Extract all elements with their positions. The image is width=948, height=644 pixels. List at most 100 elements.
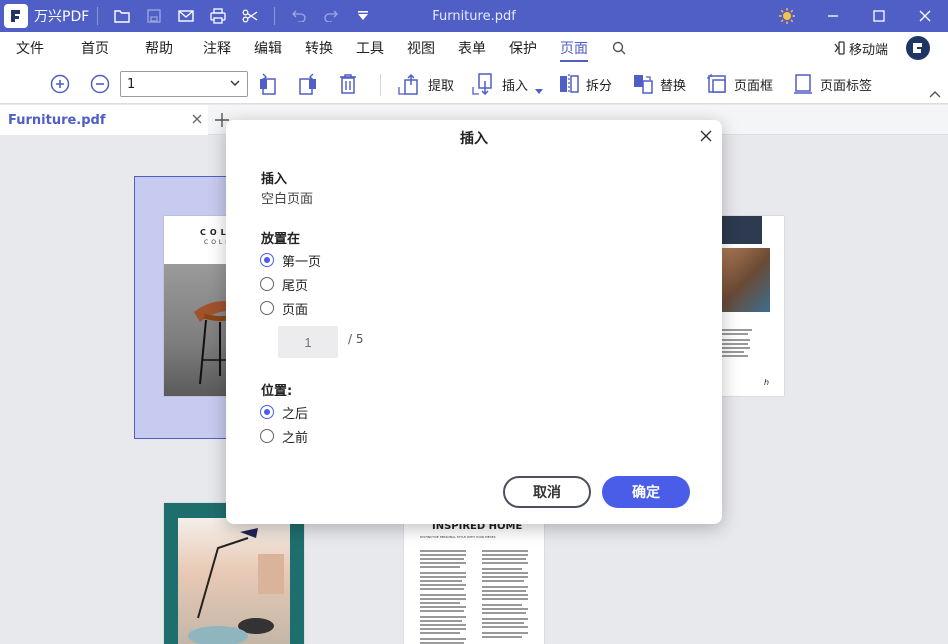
radio-last-page[interactable] [260, 277, 274, 291]
undo-icon[interactable] [283, 0, 315, 32]
menu-edit[interactable]: 编辑 [254, 32, 282, 64]
rotate-left-icon[interactable] [257, 64, 279, 104]
position-option-label: 之后 [282, 406, 309, 422]
minimize-icon[interactable] [810, 0, 856, 32]
place-option-label: 尾页 [282, 278, 309, 294]
insert-button[interactable]: 插入 [472, 64, 544, 104]
avatar[interactable] [906, 36, 930, 60]
delete-page-icon[interactable] [338, 64, 358, 104]
radio-first-page[interactable] [260, 253, 274, 267]
scissors-icon[interactable] [234, 0, 266, 32]
page-toolbar: 1 提取 插入 拆分 替换 页面框 页面标签 [0, 64, 948, 104]
extract-label: 提取 [428, 78, 455, 94]
place-at-label: 放置在 [261, 232, 301, 247]
theme-sun-icon[interactable] [764, 0, 810, 32]
insert-type-value: 空白页面 [261, 192, 314, 207]
page-select[interactable]: 1 [120, 71, 248, 97]
page-box-button[interactable]: 页面框 [706, 64, 773, 104]
page-thumbnail-3[interactable] [164, 503, 304, 644]
insert-label: 插入 [502, 78, 529, 94]
collapse-toolbar-icon[interactable] [928, 88, 942, 100]
lamp-photo [178, 518, 290, 644]
insert-icon [472, 73, 492, 95]
menu-file[interactable]: 文件 [16, 32, 44, 64]
place-option-label: 第一页 [282, 254, 322, 270]
zoom-out-icon[interactable] [90, 64, 110, 104]
app-logo-icon [4, 4, 28, 28]
replace-icon [634, 75, 653, 94]
radio-before[interactable] [260, 429, 274, 443]
page-label-icon [794, 74, 812, 94]
menu-bar: 文件 首页 帮助 注释 编辑 转换 工具 视图 表单 保护 页面 移动端 [0, 32, 948, 64]
close-tab-icon[interactable] [190, 112, 204, 126]
page-select-value: 1 [127, 76, 136, 92]
page-label-button[interactable]: 页面标签 [792, 64, 872, 104]
menu-comment[interactable]: 注释 [203, 32, 231, 64]
caret-down-icon [535, 89, 544, 94]
divider [97, 7, 99, 25]
chevron-mobile-icon [834, 41, 845, 55]
page2-text-lines [722, 328, 772, 368]
search-icon[interactable] [612, 32, 626, 64]
extract-button[interactable]: 提取 [398, 64, 454, 104]
maximize-icon[interactable] [856, 0, 902, 32]
folder-icon[interactable] [106, 0, 138, 32]
app-name: 万兴PDF [34, 9, 90, 25]
tab-furniture[interactable]: Furniture.pdf [0, 105, 208, 135]
print-icon[interactable] [202, 0, 234, 32]
chevron-down-icon [230, 80, 240, 86]
title-bar: 万兴PDF Furniture.pdf [0, 0, 948, 32]
save-icon[interactable] [138, 0, 170, 32]
radio-after[interactable] [260, 405, 274, 419]
page-box-icon [707, 74, 726, 93]
page4-subtitle: DISTINCTIVE PERSONAL STYLE WITH YOUR PIE… [420, 535, 496, 539]
menu-convert[interactable]: 转换 [305, 32, 333, 64]
page2-caption: h [764, 378, 770, 387]
zoom-in-icon[interactable] [50, 64, 70, 104]
page-thumbnail-4[interactable]: INSPIRED HOME DISTINCTIVE PERSONAL STYLE… [404, 503, 544, 644]
page-box-label: 页面框 [734, 78, 774, 94]
close-dialog-icon[interactable] [698, 128, 714, 144]
page-total: / 5 [348, 332, 364, 346]
page4-text-columns [420, 549, 532, 644]
close-icon[interactable] [902, 0, 948, 32]
tab-label: Furniture.pdf [8, 112, 106, 128]
menu-forms[interactable]: 表单 [458, 32, 486, 64]
extract-icon [398, 73, 418, 95]
radio-page[interactable] [260, 301, 274, 315]
place-page-option[interactable]: 页面 [260, 298, 308, 318]
menu-protect[interactable]: 保护 [509, 32, 537, 64]
page2-photo [722, 248, 770, 312]
split-button[interactable]: 拆分 [558, 64, 612, 104]
place-last-page-option[interactable]: 尾页 [260, 274, 308, 294]
menu-view[interactable]: 视图 [407, 32, 435, 64]
replace-label: 替换 [660, 78, 687, 94]
menu-help[interactable]: 帮助 [145, 32, 173, 64]
menu-home[interactable]: 首页 [81, 32, 109, 64]
position-option-label: 之前 [282, 430, 309, 446]
place-first-page-option[interactable]: 第一页 [260, 250, 321, 270]
position-before-option[interactable]: 之前 [260, 426, 308, 446]
menu-tools[interactable]: 工具 [356, 32, 384, 64]
page-number-input[interactable] [278, 326, 338, 358]
place-option-label: 页面 [282, 302, 309, 318]
insert-type-label: 插入 [261, 172, 288, 187]
ok-button[interactable]: 确定 [602, 476, 690, 508]
dropdown-arrow-icon[interactable] [347, 0, 379, 32]
menu-page[interactable]: 页面 [560, 32, 588, 64]
insert-dialog: 插入 插入 空白页面 放置在 第一页 尾页 页面 / 5 位置: 之后 之前 取… [226, 120, 722, 524]
mobile-button[interactable]: 移动端 [833, 32, 888, 64]
mail-icon[interactable] [170, 0, 202, 32]
mobile-label: 移动端 [848, 42, 888, 58]
cancel-button[interactable]: 取消 [503, 476, 591, 508]
split-icon [560, 74, 579, 94]
redo-icon[interactable] [315, 0, 347, 32]
divider [380, 74, 381, 96]
position-label: 位置: [261, 384, 293, 399]
rotate-right-icon[interactable] [297, 64, 319, 104]
position-after-option[interactable]: 之后 [260, 402, 308, 422]
page-label-label: 页面标签 [820, 78, 873, 94]
replace-button[interactable]: 替换 [632, 64, 686, 104]
dialog-title: 插入 [460, 131, 488, 147]
split-label: 拆分 [586, 78, 613, 94]
